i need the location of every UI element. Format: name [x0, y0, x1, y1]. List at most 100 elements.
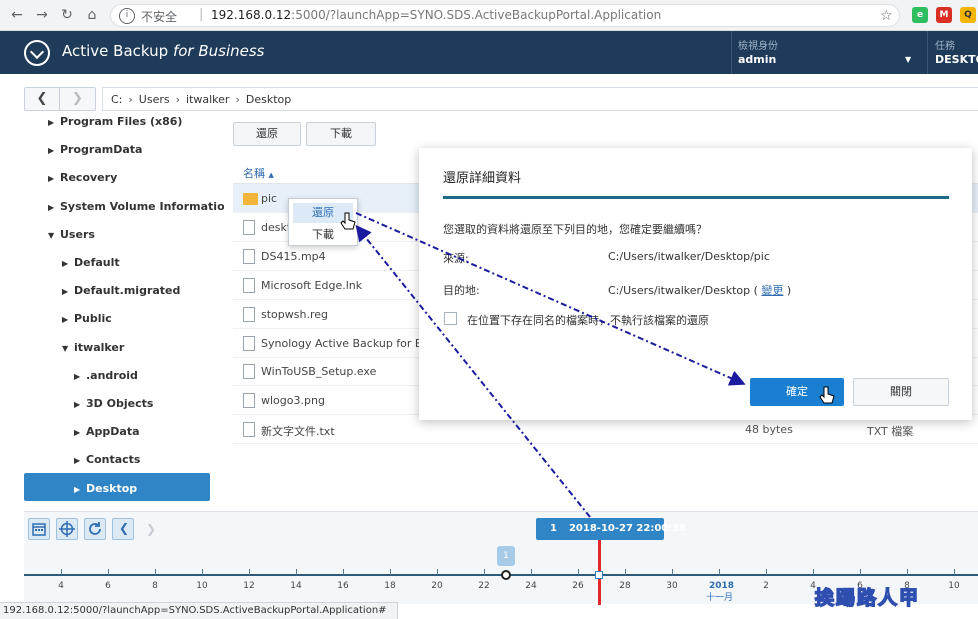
file-icon — [243, 364, 255, 380]
file-name: WinToUSB_Setup.exe — [261, 365, 377, 379]
crosshair-icon — [59, 521, 75, 537]
timeline-tick — [719, 569, 720, 575]
tooltip-time: 2018-10-27 22:00:38 — [568, 523, 687, 534]
breadcrumb-item[interactable]: C: — [111, 93, 122, 106]
tree-node-label: Recovery — [60, 171, 118, 185]
tree-node[interactable]: ▶ Contacts — [74, 447, 140, 473]
forward-button[interactable]: ❯ — [60, 88, 95, 110]
url-text: 192.168.0.12:5000/?launchApp=SYNO.SDS.Ac… — [211, 8, 661, 22]
caret-right-icon[interactable]: ▶ — [48, 166, 60, 192]
caret-right-icon[interactable]: ▶ — [62, 279, 74, 305]
app-title-suffix: for Business — [172, 42, 265, 60]
file-icon — [243, 248, 255, 264]
timeline-tick — [954, 569, 955, 575]
breadcrumb-item[interactable]: Users — [139, 93, 170, 106]
file-icon — [243, 393, 255, 409]
caret-right-icon[interactable]: ▶ — [74, 392, 86, 418]
caret-right-icon[interactable]: ▶ — [48, 114, 60, 136]
version-point-selected[interactable] — [595, 571, 603, 579]
timeline-tick — [249, 569, 250, 575]
name-column-header[interactable]: 名稱 ▲ — [243, 165, 274, 181]
back-button[interactable]: ❮ — [25, 88, 60, 110]
version-point[interactable] — [501, 570, 511, 580]
month-label: 十一月 — [706, 593, 734, 603]
skip-existing-checkbox[interactable] — [444, 312, 457, 325]
active-backup-logo-icon — [24, 40, 50, 66]
tree-node-label: System Volume Information — [60, 199, 224, 213]
tree-node[interactable]: ▶ Public — [62, 306, 112, 332]
tree-node-label: ProgramData — [60, 143, 143, 157]
change-destination-link[interactable]: 變更 — [761, 284, 783, 297]
download-button[interactable]: 下載 — [306, 122, 376, 146]
tree-node[interactable]: ▶ Desktop — [74, 476, 137, 502]
task-label: 任務 — [935, 41, 955, 52]
tree-node[interactable]: ▶ AppData — [74, 419, 140, 445]
tree-node[interactable]: ▶ ProgramData — [48, 137, 142, 163]
caret-right-icon[interactable]: ▶ — [62, 251, 74, 277]
bookmark-star-icon[interactable]: ☆ — [880, 8, 893, 24]
tree-node[interactable]: ▶ Default.migrated — [62, 278, 180, 304]
timeline-tick — [907, 569, 908, 575]
browser-reload-icon[interactable]: ↻ — [58, 6, 76, 24]
destination-label: 目的地: — [443, 284, 480, 297]
timeline-tick-label: 12 — [243, 581, 255, 591]
tree-node-label: Public — [74, 312, 112, 326]
calendar-button[interactable] — [28, 518, 50, 540]
destination-path: C:/Users/itwalker/Desktop ( — [608, 284, 758, 297]
locate-current-button[interactable] — [56, 518, 78, 540]
file-icon — [243, 219, 255, 235]
view-identity-select[interactable]: admin — [738, 53, 776, 66]
evernote-extension-icon[interactable]: e — [912, 7, 928, 23]
caret-down-icon[interactable]: ▼ — [62, 336, 74, 362]
tree-node[interactable]: ▶ Recovery — [48, 165, 117, 191]
url-host: 192.168.0.12 — [211, 8, 292, 22]
extension-icon[interactable]: Q — [960, 7, 976, 23]
chevron-left-icon: ❮ — [119, 521, 130, 535]
tree-node[interactable]: ▶ System Volume Information — [48, 194, 224, 220]
caret-right-icon[interactable]: ▶ — [74, 477, 86, 503]
browser-back-icon[interactable]: ← — [8, 6, 26, 24]
browser-home-icon[interactable]: ⌂ — [83, 6, 101, 24]
tree-node[interactable]: ▼ itwalker — [62, 335, 124, 361]
timeline-tick-label: 20 — [431, 581, 443, 591]
app-root: ← → ↻ ⌂ i 不安全 | 192.168.0.12:5000/?launc… — [0, 0, 978, 619]
caret-right-icon[interactable]: ▶ — [62, 307, 74, 333]
timeline-tick-label: 26 — [572, 581, 584, 591]
tree-node-label: Program Files (x86) — [60, 115, 183, 128]
address-bar[interactable]: i 不安全 | 192.168.0.12:5000/?launchApp=SYN… — [110, 4, 900, 27]
tree-node[interactable]: ▶ Default — [62, 250, 120, 276]
caret-right-icon[interactable]: ▶ — [74, 448, 86, 474]
gmail-extension-icon[interactable]: M — [936, 7, 952, 23]
close-button[interactable]: 關閉 — [853, 378, 949, 406]
info-icon[interactable]: i — [119, 8, 135, 24]
caret-right-icon[interactable]: ▶ — [48, 138, 60, 164]
refresh-button[interactable] — [84, 518, 106, 540]
file-size: 48 bytes — [745, 423, 793, 437]
app-header: Active Backup for Business 檢視身份 admin ▼ … — [0, 31, 978, 74]
tree-node[interactable]: ▶ Program Files (x86) — [48, 114, 182, 135]
timeline-tick — [672, 569, 673, 575]
breadcrumb-item[interactable]: Desktop — [246, 93, 291, 106]
file-name: wlogo3.png — [261, 394, 325, 408]
caret-down-icon[interactable]: ▼ — [48, 223, 60, 249]
caret-right-icon[interactable]: ▶ — [74, 420, 86, 446]
file-icon — [243, 335, 255, 351]
chevron-down-icon[interactable]: ▼ — [905, 55, 911, 64]
timeline-prev-button[interactable]: ❮ — [112, 518, 134, 540]
breadcrumb-item[interactable]: itwalker — [186, 93, 229, 106]
timeline-next-button[interactable]: ❯ — [140, 518, 162, 540]
tree-node[interactable]: ▶ 3D Objects — [74, 391, 153, 417]
file-icon — [243, 277, 255, 293]
restore-button[interactable]: 還原 — [233, 122, 301, 146]
tree-node[interactable]: ▶ .android — [74, 363, 138, 389]
browser-forward-icon[interactable]: → — [33, 6, 51, 24]
timeline-tick-label: 2 — [763, 581, 769, 591]
caret-right-icon[interactable]: ▶ — [48, 195, 60, 221]
timeline-tick-label: 16 — [337, 581, 349, 591]
task-select[interactable]: DESKTOP — [935, 53, 978, 66]
version-count-badge[interactable]: 1 — [497, 546, 515, 566]
tree-node[interactable]: ▼ Users — [48, 222, 95, 248]
caret-right-icon[interactable]: ▶ — [74, 364, 86, 390]
url-path: :5000/?launchApp=SYNO.SDS.ActiveBackupPo… — [291, 8, 662, 22]
timeline-tick — [625, 569, 626, 575]
